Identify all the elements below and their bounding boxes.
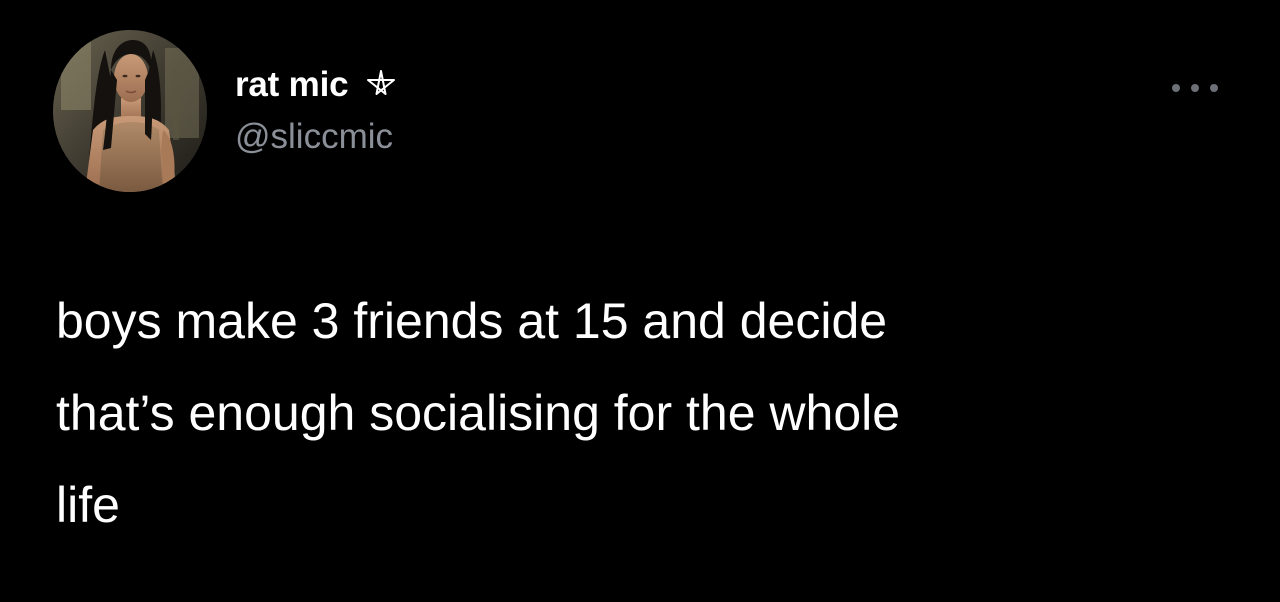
- more-dots-icon[interactable]: [1172, 78, 1218, 98]
- author-handle[interactable]: @sliccmic: [235, 117, 393, 157]
- dot: [1172, 84, 1180, 92]
- pentagram-icon: [364, 68, 398, 102]
- dot: [1210, 84, 1218, 92]
- author-name-row: rat mic: [235, 62, 398, 108]
- avatar-photo: [53, 30, 207, 192]
- tweet-text: boys make 3 friends at 15 and decide tha…: [56, 293, 901, 533]
- author-display-name[interactable]: rat mic: [235, 65, 349, 105]
- dot: [1191, 84, 1199, 92]
- avatar[interactable]: [53, 30, 207, 192]
- tweet-card: rat mic @sliccmic boys make 3 friends at…: [0, 0, 1280, 602]
